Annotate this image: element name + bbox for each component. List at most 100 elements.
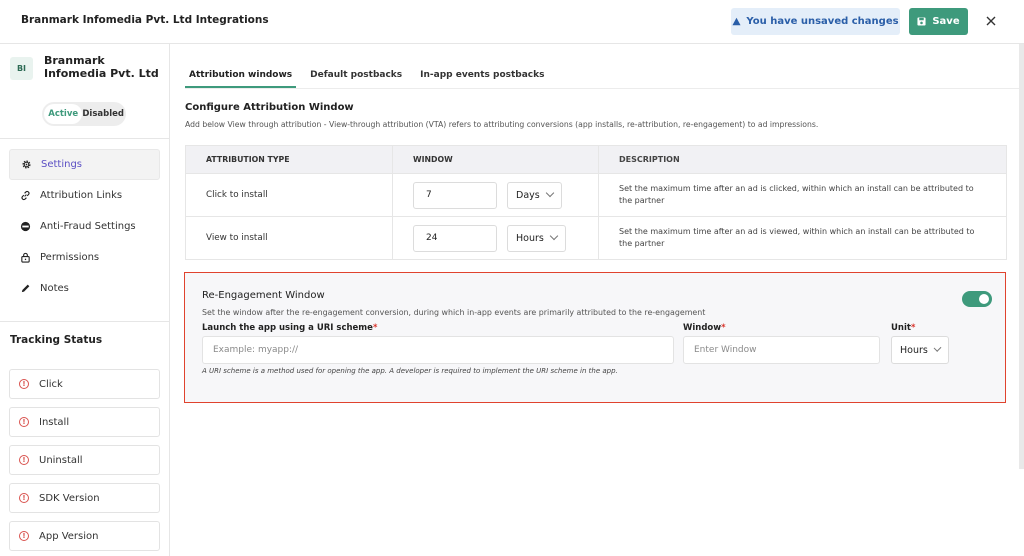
row-description: Set the maximum time after an ad is clic… xyxy=(598,174,1006,216)
select-value: Hours xyxy=(516,232,544,244)
re-engagement-toggle[interactable] xyxy=(962,291,992,307)
status-toggle[interactable]: Active Disabled xyxy=(42,102,126,126)
table-header: ATTRIBUTION TYPE WINDOW DESCRIPTION xyxy=(186,146,1006,173)
sidebar-item-anti-fraud[interactable]: Anti-Fraud Settings xyxy=(9,211,160,242)
tracking-item-app-version[interactable]: ! App Version xyxy=(9,521,160,551)
window-label-text: Window xyxy=(683,323,722,333)
unit-select[interactable]: Hours xyxy=(891,336,949,364)
table-row: View to install 24 Hours Set the maximum… xyxy=(186,216,1006,259)
sidebar-item-label: Anti-Fraud Settings xyxy=(40,221,136,232)
table-row: Click to install 7 Days Set the maximum … xyxy=(186,173,1006,216)
tab-default-postbacks[interactable]: Default postbacks xyxy=(306,68,406,88)
unsaved-changes-label: You have unsaved changes xyxy=(746,16,899,27)
sidebar-nav: Settings Attribution Links Anti-Fraud Se… xyxy=(9,149,160,304)
sidebar-item-label: Notes xyxy=(40,283,69,294)
required-mark: * xyxy=(910,323,916,333)
tracking-item-install[interactable]: ! Install xyxy=(9,407,160,437)
sidebar-item-label: Permissions xyxy=(40,252,100,263)
chevron-down-icon xyxy=(933,344,942,352)
uri-scheme-hint: A URI scheme is a method used for openin… xyxy=(202,367,618,375)
unsaved-changes-badge[interactable]: You have unsaved changes xyxy=(731,8,900,35)
window-input[interactable]: Enter Window xyxy=(683,336,880,364)
unit-label: Unit* xyxy=(891,323,915,333)
tracking-item-label: App Version xyxy=(39,530,99,542)
tracking-status-title: Tracking Status xyxy=(10,334,103,346)
gear-icon xyxy=(22,160,31,169)
tabs-divider xyxy=(185,88,1020,89)
sidebar-item-attribution-links[interactable]: Attribution Links xyxy=(9,180,160,211)
tracking-item-click[interactable]: ! Click xyxy=(9,369,160,399)
window-cell: 24 Hours xyxy=(392,217,598,259)
configure-description: Add below View through attribution - Vie… xyxy=(185,120,819,129)
status-disabled-option[interactable]: Disabled xyxy=(82,104,124,124)
click-window-input[interactable]: 7 xyxy=(413,181,497,209)
close-button[interactable] xyxy=(982,12,1000,30)
link-icon xyxy=(21,190,30,201)
uri-scheme-label-text: Launch the app using a URI scheme xyxy=(202,323,373,333)
required-mark: * xyxy=(372,323,378,333)
tab-bar: Attribution windows Default postbacks In… xyxy=(185,68,558,88)
alert-circle-icon: ! xyxy=(19,493,29,503)
sidebar-item-settings[interactable]: Settings xyxy=(9,149,160,180)
alert-circle-icon: ! xyxy=(19,531,29,541)
attribution-type: View to install xyxy=(206,233,268,243)
re-engagement-panel: Re-Engagement Window Set the window afte… xyxy=(184,272,1006,403)
column-header-type: ATTRIBUTION TYPE xyxy=(206,155,290,164)
tracking-item-label: Install xyxy=(39,416,70,428)
column-header-description: DESCRIPTION xyxy=(598,146,1006,173)
sidebar: BI Branmark Infomedia Pvt. Ltd Active Di… xyxy=(0,44,170,556)
warning-triangle-icon xyxy=(732,17,741,26)
window-label: Window* xyxy=(683,323,726,333)
select-value: Days xyxy=(516,189,540,201)
chevron-down-icon xyxy=(549,231,559,241)
lock-icon xyxy=(21,252,30,263)
click-window-unit-select[interactable]: Days xyxy=(507,181,562,209)
alert-circle-icon: ! xyxy=(19,417,29,427)
tab-attribution-windows[interactable]: Attribution windows xyxy=(185,68,297,88)
scrollbar[interactable] xyxy=(1019,44,1024,469)
alert-circle-icon: ! xyxy=(19,455,29,465)
pencil-icon xyxy=(21,284,30,293)
divider xyxy=(0,321,169,322)
tracking-item-label: SDK Version xyxy=(39,492,100,504)
chevron-down-icon xyxy=(545,188,554,198)
view-window-unit-select[interactable]: Hours xyxy=(507,224,566,252)
tracking-item-sdk-version[interactable]: ! SDK Version xyxy=(9,483,160,513)
save-button[interactable]: Save xyxy=(909,8,968,35)
brand-avatar: BI xyxy=(10,57,33,80)
floppy-disk-icon xyxy=(917,17,926,26)
toggle-knob xyxy=(979,294,989,304)
sidebar-item-permissions[interactable]: Permissions xyxy=(9,242,160,273)
sidebar-item-notes[interactable]: Notes xyxy=(9,273,160,304)
attribution-type: Click to install xyxy=(206,190,268,200)
column-header-window: WINDOW xyxy=(392,146,598,173)
sidebar-item-label: Settings xyxy=(41,159,83,170)
divider xyxy=(0,138,169,139)
brand-name: Branmark Infomedia Pvt. Ltd xyxy=(44,54,159,80)
status-active-option[interactable]: Active xyxy=(44,104,83,124)
uri-scheme-label: Launch the app using a URI scheme* xyxy=(202,323,377,333)
sidebar-item-label: Attribution Links xyxy=(40,190,123,201)
view-window-input[interactable]: 24 xyxy=(413,224,497,252)
shield-icon xyxy=(20,221,31,232)
row-description: Set the maximum time after an ad is view… xyxy=(598,217,1006,259)
tracking-item-label: Uninstall xyxy=(39,454,83,466)
re-engagement-title: Re-Engagement Window xyxy=(202,290,325,301)
save-button-label: Save xyxy=(932,16,960,27)
configure-title: Configure Attribution Window xyxy=(185,102,354,113)
window-cell: 7 Days xyxy=(392,174,598,216)
page-title: Branmark Infomedia Pvt. Ltd Integrations xyxy=(21,14,269,26)
attribution-table: ATTRIBUTION TYPE WINDOW DESCRIPTION Clic… xyxy=(185,145,1007,260)
main-content: Attribution windows Default postbacks In… xyxy=(171,44,1024,556)
tab-in-app-events-postbacks[interactable]: In-app events postbacks xyxy=(416,68,548,88)
close-icon xyxy=(986,16,996,26)
unit-label-text: Unit xyxy=(891,323,911,333)
re-engagement-description: Set the window after the re-engagement c… xyxy=(202,308,706,317)
select-value: Hours xyxy=(900,344,928,356)
tracking-status-list: ! Click ! Install ! Uninstall ! SDK Vers… xyxy=(9,369,160,556)
required-mark: * xyxy=(721,323,726,333)
tracking-item-label: Click xyxy=(39,378,63,390)
top-bar: Branmark Infomedia Pvt. Ltd Integrations… xyxy=(0,0,1024,44)
uri-scheme-input[interactable]: Example: myapp:// xyxy=(202,336,674,364)
tracking-item-uninstall[interactable]: ! Uninstall xyxy=(9,445,160,475)
